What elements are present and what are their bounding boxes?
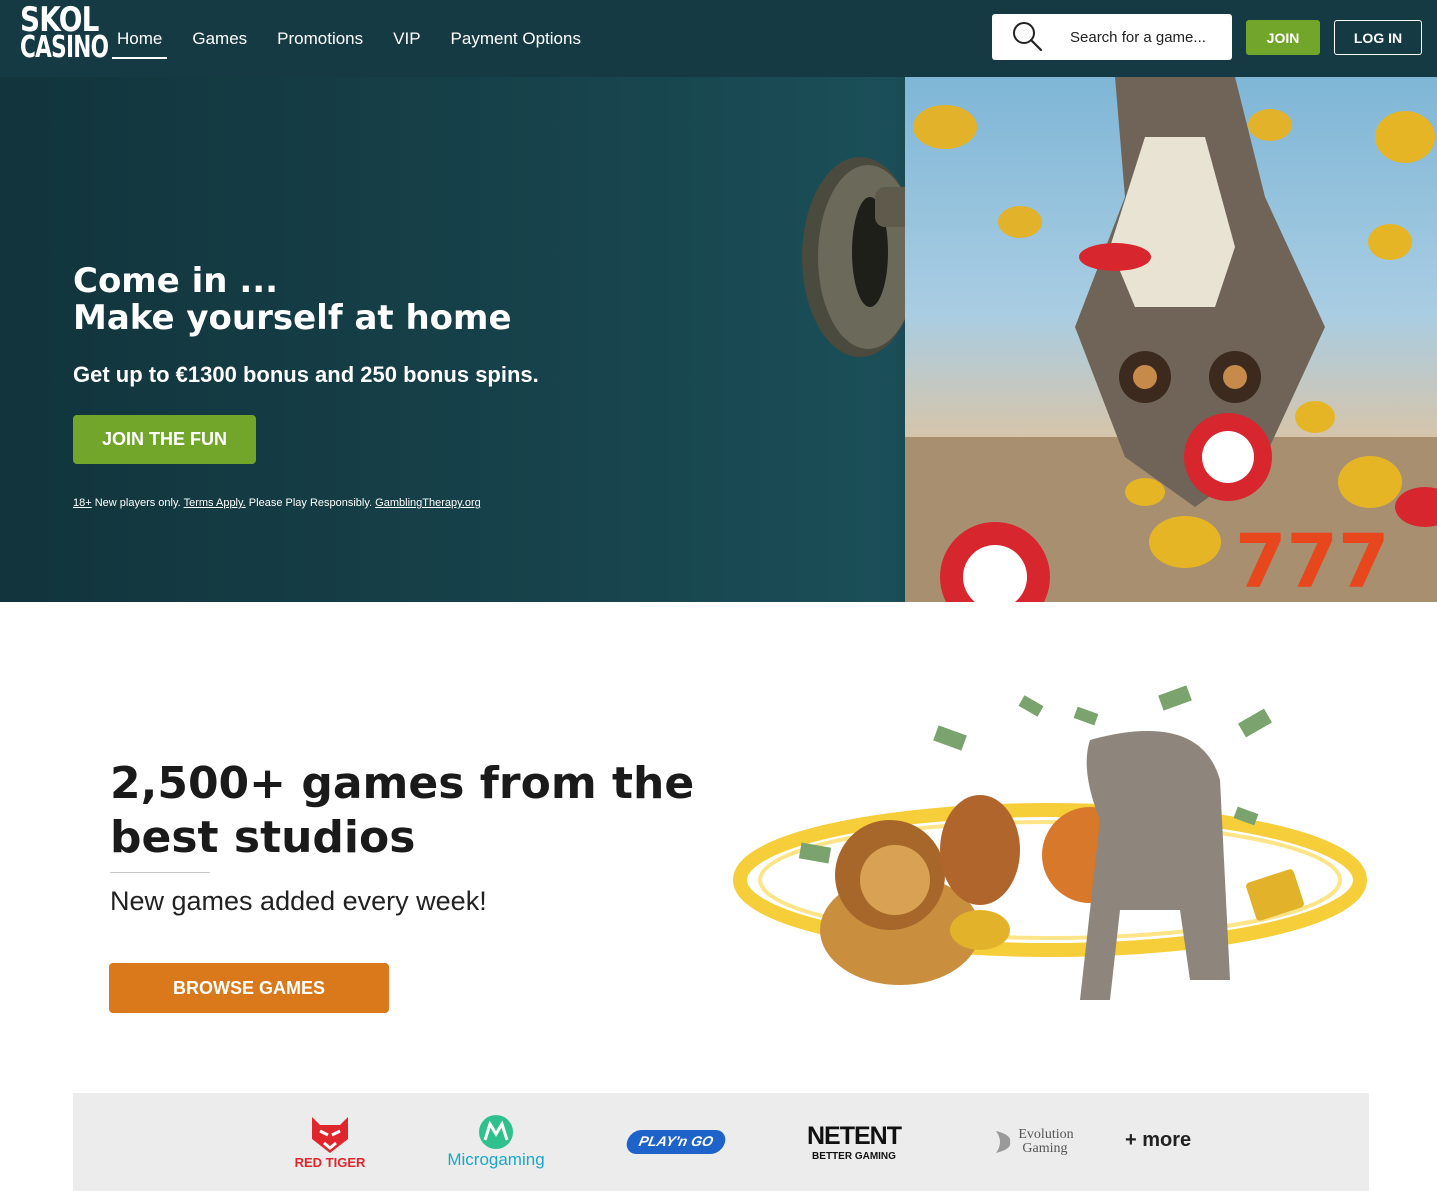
browse-games-button[interactable]: BROWSE GAMES	[109, 963, 389, 1013]
animals-artwork	[733, 685, 1367, 1000]
main-nav: Home Games Promotions VIP Payment Option…	[111, 0, 611, 77]
age-restriction-link[interactable]: 18+	[73, 497, 92, 509]
search-box[interactable]	[992, 14, 1232, 60]
nav-payment-options[interactable]: Payment Options	[451, 21, 581, 57]
games-section-subtitle: New games added every week!	[110, 886, 487, 916]
gambling-therapy-link[interactable]: GamblingTherapy.org	[375, 497, 481, 509]
hero-title-line-1: Come in ...	[73, 261, 279, 301]
provider-evolution-gaming[interactable]: Evolution Gaming	[991, 1093, 1077, 1191]
provider-play-n-go[interactable]: PLAY'n GO	[624, 1093, 728, 1191]
provider-red-tiger[interactable]: RED TIGER	[293, 1093, 367, 1191]
login-button[interactable]: LOG IN	[1334, 20, 1422, 55]
nav-games[interactable]: Games	[192, 21, 247, 57]
providers-strip: RED TIGER Microgaming PLAY'n GO NETENT B…	[73, 1093, 1369, 1191]
search-input[interactable]	[1070, 28, 1220, 46]
hero-terms: 18+ New players only. Terms Apply. Pleas…	[73, 497, 481, 509]
skol-casino-logo[interactable]: SKOL CASINO	[20, 3, 109, 68]
microgaming-icon	[479, 1115, 513, 1149]
games-section-title: 2,500+ games from the best studios	[110, 757, 694, 865]
evolution-text: Evolution Gaming	[1018, 1128, 1073, 1156]
red-tiger-label: RED TIGER	[294, 1154, 366, 1170]
svg-text:777: 777	[1235, 519, 1389, 602]
search-icon[interactable]	[1010, 19, 1046, 55]
netent-label: NETENT	[807, 1122, 902, 1150]
terms-apply-link[interactable]: Terms Apply.	[184, 497, 246, 509]
hero-bonus-offer: Get up to €1300 bonus and 250 bonus spin…	[73, 362, 539, 387]
provider-netent[interactable]: NETENT BETTER GAMING	[806, 1093, 902, 1191]
games-title-line-2: best studios	[110, 812, 416, 863]
microgaming-label: Microgaming	[447, 1150, 545, 1169]
terms-text-1: New players only.	[91, 497, 184, 509]
zebra-coins-artwork: 777	[905, 77, 1437, 602]
more-providers-link[interactable]: + more	[1125, 1129, 1191, 1152]
evolution-icon	[996, 1131, 1011, 1153]
logo-line-2: CASINO	[20, 30, 109, 65]
provider-microgaming[interactable]: Microgaming	[443, 1093, 549, 1191]
hero-artwork: 777	[905, 77, 1437, 602]
play-n-go-label: PLAY'n GO	[637, 1133, 715, 1149]
site-header: SKOL CASINO Home Games Promotions VIP Pa…	[0, 0, 1437, 77]
hero-title-line-2: Make yourself at home	[73, 298, 512, 338]
join-the-fun-button[interactable]: JOIN THE FUN	[73, 415, 256, 464]
nav-home[interactable]: Home	[111, 21, 168, 59]
netent-tagline: BETTER GAMING	[812, 1151, 896, 1162]
red-tiger-icon	[312, 1116, 348, 1153]
evolution-label-2: Gaming	[1022, 1141, 1068, 1156]
evolution-label-1: Evolution	[1018, 1127, 1074, 1142]
hero-banner: 777 Come in ... Make yourself at home Ge…	[0, 77, 1437, 602]
join-button[interactable]: JOIN	[1246, 20, 1320, 55]
section-divider	[110, 872, 210, 873]
nav-promotions[interactable]: Promotions	[277, 21, 363, 57]
games-title-line-1: 2,500+ games from the	[110, 758, 695, 809]
play-n-go-logo: PLAY'n GO	[624, 1130, 728, 1154]
hero-title: Come in ... Make yourself at home	[73, 263, 512, 337]
terms-text-2: Please Play Responsibly.	[245, 497, 376, 509]
nav-vip[interactable]: VIP	[393, 21, 420, 57]
